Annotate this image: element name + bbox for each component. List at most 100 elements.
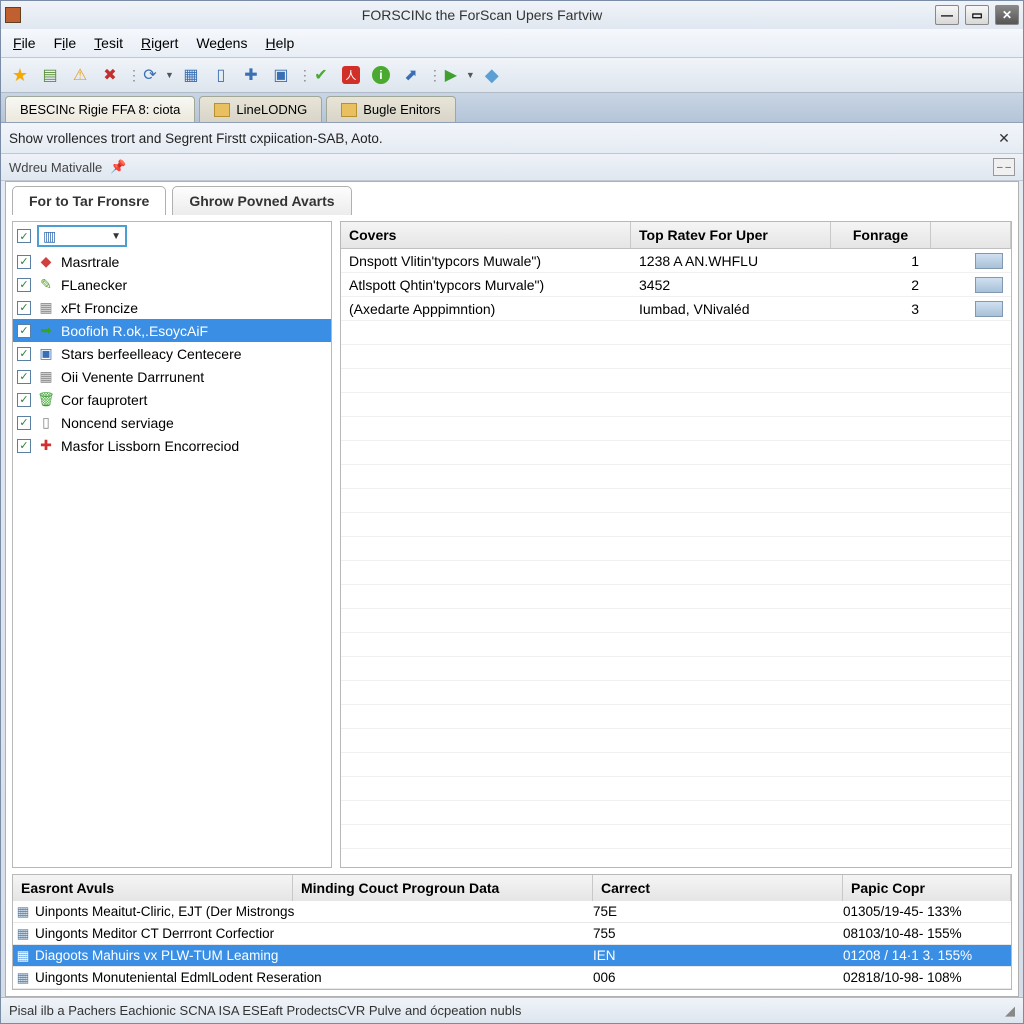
checkbox[interactable]: ✓ <box>17 370 31 384</box>
play-icon[interactable]: ▶ <box>438 62 464 88</box>
list-item[interactable]: ✓🗑Cor fauprotert <box>13 388 331 411</box>
panel-title: Wdreu Mativalle <box>9 160 102 175</box>
delete-icon[interactable]: ✖ <box>97 62 123 88</box>
table-row[interactable]: ▦ Uingonts Monuteniental EdmlLodent Rese… <box>13 967 1011 989</box>
panel-header: Wdreu Mativalle 📌 – – <box>1 154 1023 181</box>
item-label: Masrtrale <box>61 254 119 270</box>
list-item[interactable]: ✓▦Oii Venente Darrrunent <box>13 365 331 388</box>
inner-tab-fronsre[interactable]: For to Tar Fronsre <box>12 186 166 215</box>
menu-help[interactable]: Help <box>257 33 302 53</box>
tab-bugle-enitors[interactable]: Bugle Enitors <box>326 96 455 122</box>
resize-grip-icon[interactable]: ◢ <box>1005 1003 1015 1019</box>
item-label: Boofioh R.ok,.EsoycAiF <box>61 323 208 339</box>
list-item[interactable]: ✓✎FLanecker <box>13 273 331 296</box>
cell: 02818/10-98- 108% <box>843 970 1011 985</box>
grid-body[interactable]: Dnspott Vlitin'typcors Muwale") 1238 A A… <box>341 249 1011 867</box>
cell: 2 <box>831 277 931 293</box>
list-item[interactable]: ✓▯Noncend serviage <box>13 411 331 434</box>
tool-icon-3[interactable]: ✚ <box>238 62 264 88</box>
col-carrect[interactable]: Carrect <box>593 875 843 901</box>
table-row[interactable]: (Axedarte Apppimntion) Iumbad, VNivaléd … <box>341 297 1011 321</box>
row-icon: ▦ <box>13 904 33 920</box>
cell: Iumbad, VNivaléd <box>631 301 831 317</box>
tab-label: BESCINc Rigie FFA 8: ciota <box>20 102 180 117</box>
item-label: Oii Venente Darrrunent <box>61 369 204 385</box>
checkbox[interactable]: ✓ <box>17 416 31 430</box>
checkbox[interactable]: ✓ <box>17 229 31 243</box>
table-row[interactable]: Dnspott Vlitin'typcors Muwale") 1238 A A… <box>341 249 1011 273</box>
folder-icon <box>341 103 357 117</box>
table-row[interactable]: ▦ Uinponts Meaitut-Cliric, EJT (Der Mist… <box>13 901 1011 923</box>
tool-icon-4[interactable]: ▣ <box>268 62 294 88</box>
dropdown-arrow[interactable]: ▼ <box>466 70 475 80</box>
toolbar: ★ ▤ ⚠ ✖ ⋮ ⟳ ▼ ▦ ▯ ✚ ▣ ⋮ ✔ 人 i ⬈ ⋮ ▶ ▼ ◆ <box>1 58 1023 93</box>
checkbox[interactable]: ✓ <box>17 255 31 269</box>
list-item[interactable]: ✓▦xFt Froncize <box>13 296 331 319</box>
col-covers[interactable]: Covers <box>341 222 631 248</box>
col-fonrage[interactable]: Fonrage <box>831 222 931 248</box>
star-icon[interactable]: ★ <box>7 62 33 88</box>
row-icon: ▦ <box>13 970 33 986</box>
collapse-button[interactable]: – – <box>993 158 1015 176</box>
warning-icon[interactable]: ⚠ <box>67 62 93 88</box>
inner-tab-avarts[interactable]: Ghrow Povned Avarts <box>172 186 351 215</box>
thumbnail-icon[interactable] <box>975 253 1003 269</box>
tab-bescinc[interactable]: BESCINc Rigie FFA 8: ciota <box>5 96 195 122</box>
checkbox[interactable]: ✓ <box>17 324 31 338</box>
cell: 01305/19-45- 133% <box>843 904 1011 919</box>
bottom-body[interactable]: ▦ Uinponts Meaitut-Cliric, EJT (Der Mist… <box>13 901 1011 989</box>
doc-icon[interactable]: ▤ <box>37 62 63 88</box>
separator: ⋮ <box>298 67 304 84</box>
cell: 75E <box>593 904 843 919</box>
item-label: xFt Froncize <box>61 300 138 316</box>
diamond-icon[interactable]: ◆ <box>479 62 505 88</box>
cell: Diagoots Mahuirs vx PLW-TUM Leaming <box>33 948 593 963</box>
info-close-icon[interactable]: ✕ <box>993 128 1015 148</box>
thumbnail-icon[interactable] <box>975 301 1003 317</box>
tab-label: LineLODNG <box>236 102 307 117</box>
table-row[interactable]: ▦ Uingonts Meditor CT Derrront Corfectio… <box>13 923 1011 945</box>
check-icon[interactable]: ✔ <box>308 62 334 88</box>
checkbox[interactable]: ✓ <box>17 393 31 407</box>
table-row[interactable]: Atlspott Qhtin'typcors Murvale") 3452 2 <box>341 273 1011 297</box>
menu-file-2[interactable]: File <box>46 33 85 53</box>
close-button[interactable]: ✕ <box>995 5 1019 25</box>
checkbox[interactable]: ✓ <box>17 347 31 361</box>
menu-rigert[interactable]: Rigert <box>133 33 186 53</box>
checkbox[interactable]: ✓ <box>17 439 31 453</box>
menu-wedens[interactable]: Wedens <box>188 33 255 53</box>
table-row-selected[interactable]: ▦ Diagoots Mahuirs vx PLW-TUM Leaming IE… <box>13 945 1011 967</box>
tool-icon-1[interactable]: ▦ <box>178 62 204 88</box>
menu-file[interactable]: File <box>5 33 44 53</box>
tool-icon-2[interactable]: ▯ <box>208 62 234 88</box>
checkbox[interactable]: ✓ <box>17 278 31 292</box>
cell: 01208 / 14·1 3. 155% <box>843 948 1011 963</box>
cell: (Axedarte Apppimntion) <box>341 301 631 317</box>
refresh-icon[interactable]: ⟳ <box>137 62 163 88</box>
list-item[interactable]: ✓ ▥▼ <box>13 222 331 250</box>
maximize-button[interactable]: ▭ <box>965 5 989 25</box>
minimize-button[interactable]: — <box>935 5 959 25</box>
list-item[interactable]: ✓▣Stars berfeelleacy Centecere <box>13 342 331 365</box>
bottom-grid: Easront Avuls Minding Couct Progroun Dat… <box>12 874 1012 990</box>
pdf-icon[interactable]: 人 <box>338 62 364 88</box>
pin-icon[interactable]: 📌 <box>110 159 126 175</box>
thumbnail-icon[interactable] <box>975 277 1003 293</box>
export-icon[interactable]: ⬈ <box>398 62 424 88</box>
info-icon[interactable]: i <box>368 62 394 88</box>
list-item[interactable]: ✓◆Masrtrale <box>13 250 331 273</box>
menu-tesit[interactable]: Tesit <box>86 33 131 53</box>
cell: Uinponts Meaitut-Cliric, EJT (Der Mistro… <box>33 904 593 919</box>
checkbox[interactable]: ✓ <box>17 301 31 315</box>
col-easront[interactable]: Easront Avuls <box>13 875 293 901</box>
cell: 3452 <box>631 277 831 293</box>
list-item[interactable]: ✓✚Masfor Lissborn Encorreciod <box>13 434 331 457</box>
col-top-ratev[interactable]: Top Ratev For Uper <box>631 222 831 248</box>
col-papic[interactable]: Papic Copr <box>843 875 1011 901</box>
dropdown-arrow[interactable]: ▼ <box>165 70 174 80</box>
cell: IEN <box>593 948 843 963</box>
filter-dropdown[interactable]: ▥▼ <box>37 225 127 247</box>
tab-linelodng[interactable]: LineLODNG <box>199 96 322 122</box>
col-minding[interactable]: Minding Couct Progroun Data <box>293 875 593 901</box>
list-item-selected[interactable]: ✓➡Boofioh R.ok,.EsoycAiF <box>13 319 331 342</box>
